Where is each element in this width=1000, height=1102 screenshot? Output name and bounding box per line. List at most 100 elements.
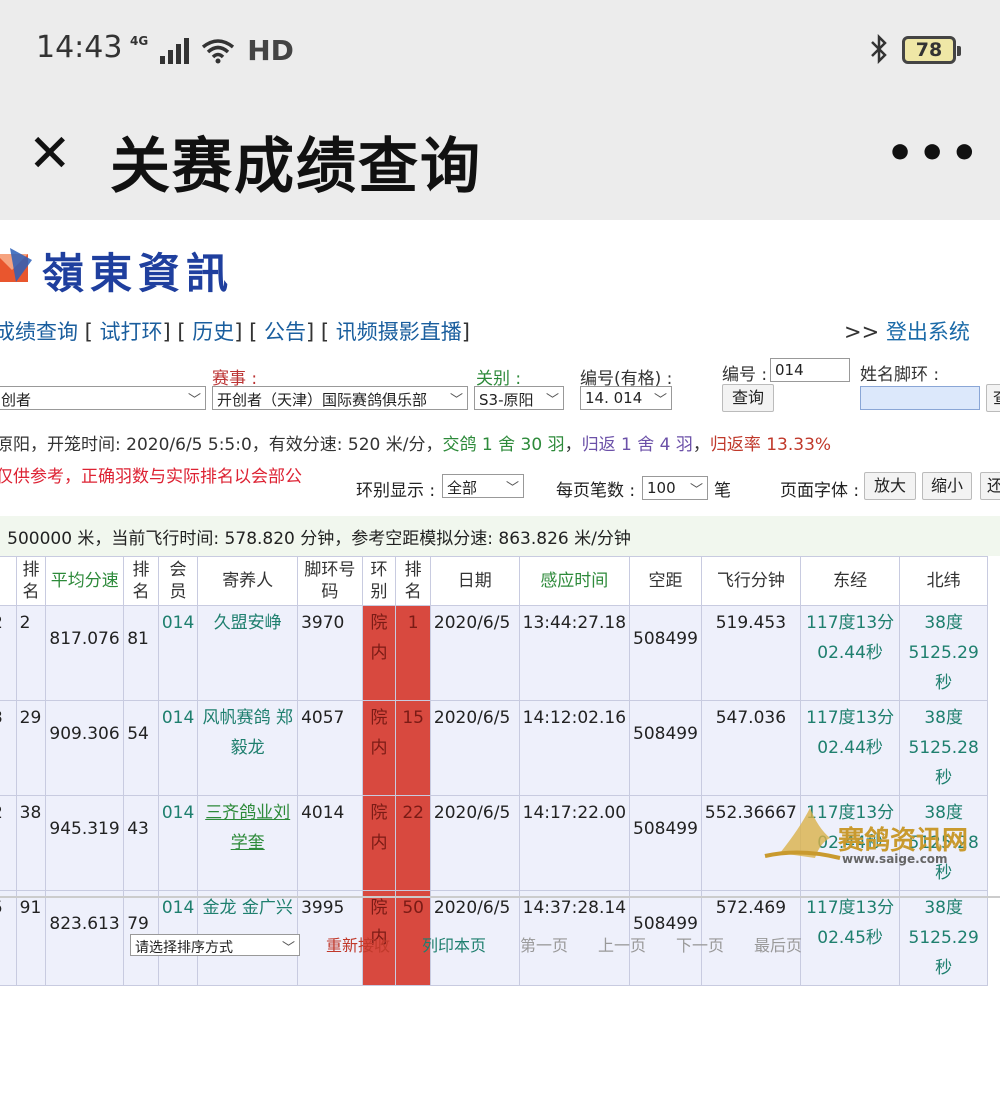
cell-date: 2020/6/5 xyxy=(429,605,520,702)
page-title: 关赛成绩查询 xyxy=(110,132,482,202)
sort-select-value: 请选择排序方式 xyxy=(135,940,233,956)
cell-rank: 91 xyxy=(15,890,47,987)
col-header: 会员 xyxy=(157,555,199,607)
col-header[interactable]: 平均分速 xyxy=(45,555,125,607)
cell-avg-speed: 945.319 xyxy=(45,795,125,892)
cell-ring-type: 院内 xyxy=(361,700,397,797)
cell-owner[interactable]: 三齐鸽业刘学奎 xyxy=(197,795,299,892)
cell-index: 2 xyxy=(0,795,17,892)
per-page-select[interactable]: 100 ﹀ xyxy=(642,476,708,500)
cell-rank-3: 22 xyxy=(395,795,431,892)
col-header: 日期 xyxy=(429,555,520,607)
disclaimer-text: 仅供参考，正确羽数与实际排名以会部公 xyxy=(0,467,302,487)
font-label-wrap: 页面字体 : xyxy=(780,481,860,501)
per-page-label-wrap: 每页笔数 : xyxy=(556,481,636,501)
table-row: 2 2 817.076 81 014 久盟安峥 3970 院内 1 2020/6… xyxy=(0,605,988,702)
race-info-line: 原阳，开笼时间: 2020/6/5 5:5:0，有效分速: 520 米/分，交鸽… xyxy=(0,430,831,455)
cell-ring-type: 院内 xyxy=(361,795,397,892)
last-page-link[interactable]: 最后页 xyxy=(754,932,802,956)
site-nav: 成绩查询 [ 试打环] [ 历史] [ 公告] [ 讯频摄影直播] xyxy=(0,316,470,346)
restore-button[interactable]: 还 xyxy=(980,472,1000,500)
hd-label: HD xyxy=(247,34,294,67)
stage-select[interactable]: S3-原阳 ﹀ xyxy=(474,386,564,410)
distance-info-line: : 500000 米，当前飞行时间: 578.820 分钟，参考空距模拟分速: … xyxy=(0,529,631,549)
cell-ring: 3970 xyxy=(297,605,363,702)
reload-link[interactable]: 重新接收 xyxy=(326,932,390,956)
cell-time: 14:12:02.16 xyxy=(518,700,631,797)
logout-prefix: >> xyxy=(844,320,880,344)
col-header: 排名 xyxy=(15,555,47,607)
signal-icon xyxy=(160,37,190,64)
nav-live[interactable]: 讯频摄影直播 xyxy=(336,320,462,344)
more-icon[interactable]: ••• xyxy=(886,128,982,179)
cell-owner[interactable]: 风帆赛鸽 郑毅龙 xyxy=(197,700,299,797)
cell-index: 5 xyxy=(0,890,17,987)
id-label: 编号 xyxy=(722,365,756,385)
cell-distance: 508499 xyxy=(629,795,702,892)
nav-trial-ring[interactable]: 试打环 xyxy=(100,320,163,344)
col-header: 排名 xyxy=(395,555,431,607)
col-header: 飞行分钟 xyxy=(700,555,801,607)
cell-rank-3: 15 xyxy=(395,700,431,797)
query-button[interactable]: 查询 xyxy=(722,384,774,412)
race-info-sep: ， xyxy=(564,435,582,455)
col-header: 空距 xyxy=(629,555,702,607)
code-select[interactable]: 14. 014 ﹀ xyxy=(580,386,672,410)
chevron-down-icon: ﹀ xyxy=(187,393,201,408)
per-page-label: 每页笔数 xyxy=(556,481,624,501)
col-header: 北纬 xyxy=(899,555,988,607)
cell-rank: 38 xyxy=(15,795,47,892)
nav-history[interactable]: 历史 xyxy=(192,320,234,344)
id-label-wrap: 编号 : xyxy=(722,365,768,385)
app-bar: ✕ 关赛成绩查询 ••• xyxy=(0,100,1000,220)
cell-longitude: 117度13分02.44秒 xyxy=(799,605,901,702)
cell-rank-3: 1 xyxy=(395,605,431,702)
table-header-row: 排名 平均分速 排名 会员 寄养人 脚环号码 环别 排名 日期 感应时间 空距 … xyxy=(0,555,988,607)
status-icons: 4G HD xyxy=(130,34,294,68)
bluetooth-icon xyxy=(868,33,890,72)
web-content: 嶺東資訊 成绩查询 [ 试打环] [ 历史] [ 公告] [ 讯频摄影直播] >… xyxy=(0,220,1000,1102)
cell-owner[interactable]: 久盟安峥 xyxy=(197,605,299,702)
chevron-down-icon: ﹀ xyxy=(505,481,519,496)
cell-member[interactable]: 014 xyxy=(157,795,199,892)
ring-display-label: 环别显示 xyxy=(356,481,424,501)
zoom-in-button[interactable]: 放大 xyxy=(864,472,916,500)
org-select-value: 创者 xyxy=(1,391,32,409)
chevron-down-icon: ﹀ xyxy=(545,393,559,408)
zoom-out-button[interactable]: 缩小 xyxy=(922,472,972,500)
logout-link[interactable]: 登出系统 xyxy=(886,320,970,344)
cell-rank-2: 54 xyxy=(123,700,159,797)
sort-select[interactable]: 请选择排序方式 ﹀ xyxy=(130,934,300,956)
id-input[interactable]: 014 xyxy=(770,358,850,382)
nav-notice[interactable]: 公告 xyxy=(264,320,306,344)
col-header: 东经 xyxy=(799,555,901,607)
results-table: 排名 平均分速 排名 会员 寄养人 脚环号码 环别 排名 日期 感应时间 空距 … xyxy=(0,555,988,987)
nav-results[interactable]: 成绩查询 xyxy=(0,320,78,344)
cell-distance: 508499 xyxy=(629,700,702,797)
chevron-down-icon: ﹀ xyxy=(449,393,463,408)
first-page-link[interactable]: 第一页 xyxy=(520,932,568,956)
site-logo-text: 嶺東資訊 xyxy=(42,249,235,298)
race-select[interactable]: 开创者（天津）国际赛鸽俱乐部 ﹀ xyxy=(212,386,468,410)
cell-member[interactable]: 014 xyxy=(157,700,199,797)
cell-rank: 29 xyxy=(15,700,47,797)
print-link[interactable]: 列印本页 xyxy=(422,932,486,956)
per-page-value: 100 xyxy=(647,479,676,497)
close-icon[interactable]: ✕ xyxy=(28,128,72,180)
name-ring-input[interactable] xyxy=(860,386,980,410)
cell-avg-speed: 817.076 xyxy=(45,605,125,702)
col-header: 脚环号码 xyxy=(297,555,363,607)
ring-display-select[interactable]: 全部 ﹀ xyxy=(442,474,524,498)
org-select[interactable]: 创者 ﹀ xyxy=(0,386,206,410)
col-header: 环别 xyxy=(361,555,397,607)
query-button-2[interactable]: 查 xyxy=(986,384,1000,412)
cell-ring: 4057 xyxy=(297,700,363,797)
cell-latitude: 38度5125.28秒 xyxy=(899,700,988,797)
cell-longitude: 117度13分02.45秒 xyxy=(799,890,901,987)
font-label: 页面字体 xyxy=(780,481,848,501)
next-page-link[interactable]: 下一页 xyxy=(676,932,724,956)
race-info-text: 原阳，开笼时间: 2020/6/5 5:5:0，有效分速: 520 米/分， xyxy=(0,435,443,455)
prev-page-link[interactable]: 上一页 xyxy=(598,932,646,956)
cell-member[interactable]: 014 xyxy=(157,605,199,702)
col-header[interactable]: 感应时间 xyxy=(518,555,631,607)
